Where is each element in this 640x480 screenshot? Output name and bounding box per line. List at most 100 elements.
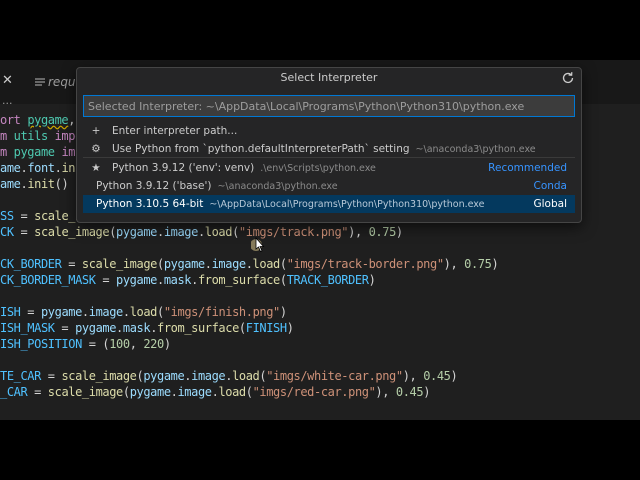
code-token: )	[450, 369, 458, 383]
code-token: utils	[13, 129, 55, 143]
code-token: (	[232, 225, 239, 239]
refresh-icon[interactable]	[561, 71, 575, 85]
code-token: 0.75	[368, 225, 397, 239]
code-token: =	[54, 321, 76, 335]
tab-close-icon[interactable]: ✕	[2, 74, 16, 88]
breadcrumb[interactable]: ...	[2, 94, 13, 107]
code-token: ISH	[0, 305, 21, 319]
interpreter-option[interactable]: Python 3.10.5 64-bit ~\AppData\Local\Prog…	[83, 195, 575, 213]
code-token: )	[395, 225, 403, 239]
code-token: pygame	[116, 225, 157, 239]
code-line[interactable]: ISH_MASK = pygame.mask.from_surface(FINI…	[0, 320, 294, 336]
code-line[interactable]: m utils impo	[0, 128, 82, 144]
code-token: ,	[129, 337, 144, 351]
code-line[interactable]: CK = scale_image(pygame.image.load("imgs…	[0, 224, 403, 240]
code-token: .	[245, 257, 253, 271]
code-line[interactable]: _CAR = scale_image(pygame.image.load("im…	[0, 384, 430, 400]
code-token: "imgs/finish.png"	[163, 305, 280, 319]
option-tag: Recommended	[488, 162, 567, 174]
tab-requirements[interactable]: requi	[48, 75, 79, 89]
code-token: m	[0, 145, 14, 159]
code-token: image	[163, 225, 199, 239]
vscode-window: ✕ requi ... ort pygame, m utils impo m pyg…	[0, 60, 640, 420]
code-line[interactable]: ame.font.ini	[0, 160, 82, 176]
code-line[interactable]: CK_BORDER = scale_image(pygame.image.loa…	[0, 256, 499, 272]
code-line[interactable]: ame.init()	[0, 176, 69, 192]
code-token: =	[61, 257, 82, 271]
option-tag: Conda	[533, 180, 567, 192]
code-token: scale_image	[34, 225, 110, 239]
code-token: 220	[143, 337, 164, 351]
option-path-description: ~\anaconda3\python.exe	[217, 181, 338, 192]
option-path-description: ~\anaconda3\python.exe	[415, 144, 536, 155]
interpreter-option[interactable]: ★ Python 3.9.12 ('env': venv) .\env\Script…	[83, 159, 575, 177]
letterbox-bottom	[0, 420, 640, 480]
code-token: .	[81, 305, 89, 319]
code-token: ,	[68, 113, 76, 127]
file-lines-icon	[35, 78, 45, 86]
code-token: .	[116, 321, 123, 335]
code-token: ame	[0, 161, 21, 175]
code-token: CK_BORDER	[0, 257, 62, 271]
interpreter-option-label: Python 3.9.12 ('env': venv) .\env\Scripts…	[112, 159, 376, 178]
code-token: m	[0, 129, 14, 143]
code-token: )	[368, 273, 376, 287]
code-token: (	[245, 385, 253, 399]
code-token: from_surface	[157, 321, 239, 335]
code-token: pygame	[40, 305, 82, 319]
code-token: scale_image	[61, 369, 137, 383]
code-line[interactable]: ISH_POSITION = (100, 220)	[0, 336, 171, 352]
code-token: ame	[0, 177, 21, 191]
code-token: SS	[0, 209, 14, 223]
option-label-text: Use Python from `python.defaultInterpret…	[112, 143, 410, 155]
code-line[interactable]: TE_CAR = scale_image(pygame.image.load("…	[0, 368, 458, 384]
code-token: ISH_MASK	[0, 321, 55, 335]
code-token: )	[491, 257, 499, 271]
option-tag: Global	[533, 198, 568, 210]
code-token: _CAR	[0, 385, 28, 399]
code-token: image	[191, 369, 226, 383]
code-token: load	[204, 225, 233, 239]
select-interpreter-quick-pick: Select Interpreter + Enter interpreter pa…	[76, 67, 582, 223]
star-icon: ★	[91, 162, 101, 174]
option-path-description: ~\AppData\Local\Programs\Python\Python31…	[209, 199, 485, 210]
code-token: pygame	[143, 369, 185, 383]
code-token: pygame	[129, 385, 171, 399]
code-token: (	[157, 305, 164, 319]
code-token: pygame	[163, 257, 205, 271]
code-token: "imgs/white-car.png"	[266, 369, 403, 383]
interpreter-option[interactable]: ⚙ Use Python from `python.defaultInterpre…	[83, 140, 575, 158]
code-token: .	[191, 273, 198, 287]
mouse-cursor-icon	[251, 237, 265, 253]
code-line[interactable]: CK_BORDER_MASK = pygame.mask.from_surfac…	[0, 272, 376, 288]
code-token: ),	[375, 385, 396, 399]
code-token: font	[27, 161, 55, 175]
code-token: pygame	[13, 145, 62, 159]
code-line[interactable]: m pygame imp	[0, 144, 82, 160]
code-token: TE_CAR	[0, 369, 41, 383]
interpreter-search-input[interactable]	[83, 95, 575, 117]
code-token: load	[218, 385, 246, 399]
code-token: .	[157, 225, 164, 239]
code-token: =	[40, 369, 62, 383]
interpreter-option[interactable]: + Enter interpreter path...	[83, 122, 575, 140]
code-token: (	[279, 273, 287, 287]
code-line[interactable]: ort pygame,	[0, 112, 75, 128]
code-token: image	[88, 305, 124, 319]
code-token: .	[150, 321, 158, 335]
code-token: pygame	[75, 321, 117, 335]
code-token: ),	[402, 369, 424, 383]
code-token: (	[238, 321, 246, 335]
code-token: "imgs/red-car.png"	[252, 385, 376, 399]
code-token: =	[27, 385, 48, 399]
code-token: pygame	[27, 113, 69, 127]
code-token: ),	[443, 257, 465, 271]
interpreter-option[interactable]: Python 3.9.12 ('base') ~\anaconda3\python…	[83, 177, 575, 195]
code-token: ort	[0, 113, 28, 127]
code-token: )	[279, 305, 287, 319]
quick-pick-title: Select Interpreter	[280, 71, 378, 84]
code-token: load	[129, 305, 158, 319]
code-line[interactable]: ISH = pygame.image.load("imgs/finish.png…	[0, 304, 287, 320]
gear-icon: ⚙	[91, 143, 101, 155]
code-token: .	[204, 257, 212, 271]
